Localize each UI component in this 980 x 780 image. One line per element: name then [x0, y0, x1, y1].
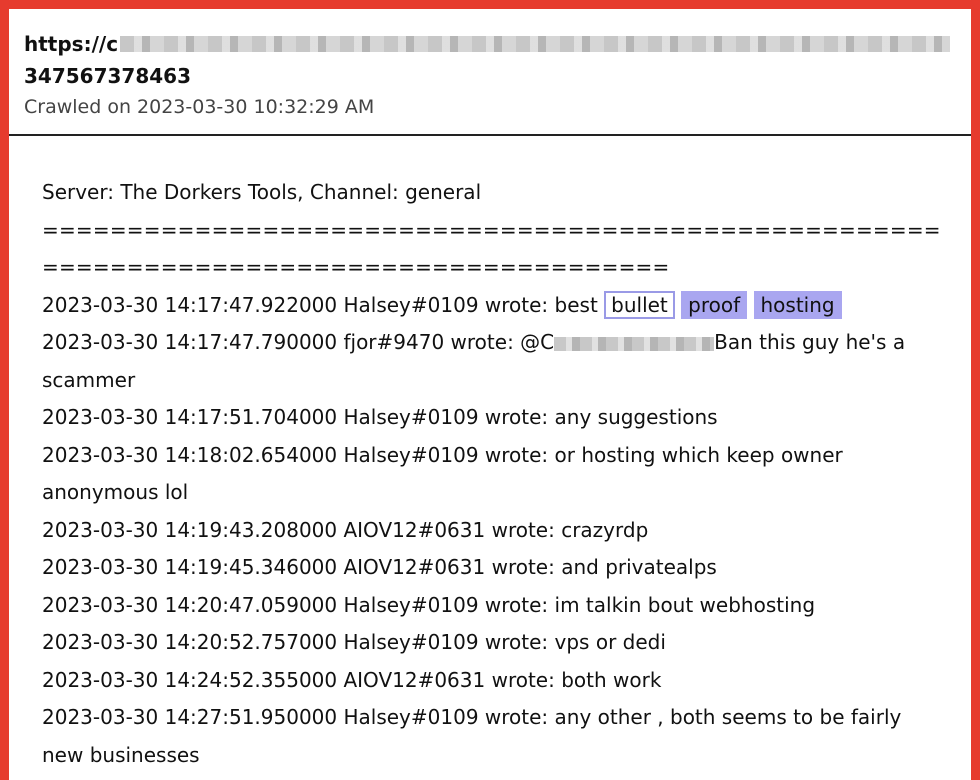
server-channel-line: Server: The Dorkers Tools, Channel: gene…	[42, 180, 482, 204]
page-header: https://c 347567378463 Crawled on 2023-0…	[9, 9, 971, 136]
redacted-mention-blur	[554, 336, 715, 351]
chat-message: 2023-03-30 14:27:51.950000 Halsey#0109 w…	[42, 705, 908, 767]
crawl-result-panel: https://c 347567378463 Crawled on 2023-0…	[9, 9, 971, 780]
highlight-term-proof: proof	[681, 290, 748, 319]
message-text: 2023-03-30 14:17:47.790000 fjor#9470 wro…	[42, 330, 555, 354]
message-id: 347567378463	[24, 64, 191, 88]
chat-message: 2023-03-30 14:17:51.704000 Halsey#0109 w…	[42, 405, 718, 429]
chat-message: 2023-03-30 14:17:47.922000 Halsey#0109 w…	[42, 287, 947, 325]
redacted-url-blur	[120, 36, 951, 52]
chat-message: 2023-03-30 14:19:45.346000 AIOV12#0631 w…	[42, 555, 717, 579]
separator-line: ========================================…	[42, 217, 941, 280]
chat-message: 2023-03-30 14:18:02.654000 Halsey#0109 w…	[42, 442, 850, 505]
url-prefix: https://c	[24, 32, 119, 56]
crawled-timestamp: Crawled on 2023-03-30 10:32:29 AM	[24, 96, 375, 118]
highlight-term-bullet: bullet	[604, 290, 675, 319]
chat-log: Server: The Dorkers Tools, Channel: gene…	[9, 136, 947, 774]
chat-message: 2023-03-30 14:24:52.355000 AIOV12#0631 w…	[42, 667, 662, 692]
highlight-term-hosting: hosting	[753, 290, 842, 319]
source-url[interactable]: https://c	[24, 31, 971, 57]
chat-message: 2023-03-30 14:20:47.059000 Halsey#0109 w…	[42, 592, 816, 617]
chat-message: 2023-03-30 14:17:47.790000 fjor#9470 wro…	[42, 324, 947, 399]
chat-message: 2023-03-30 14:19:43.208000 AIOV12#0631 w…	[42, 517, 649, 542]
chat-message: 2023-03-30 14:20:52.757000 Halsey#0109 w…	[42, 630, 666, 654]
message-text: 2023-03-30 14:17:47.922000 Halsey#0109 w…	[42, 292, 605, 317]
